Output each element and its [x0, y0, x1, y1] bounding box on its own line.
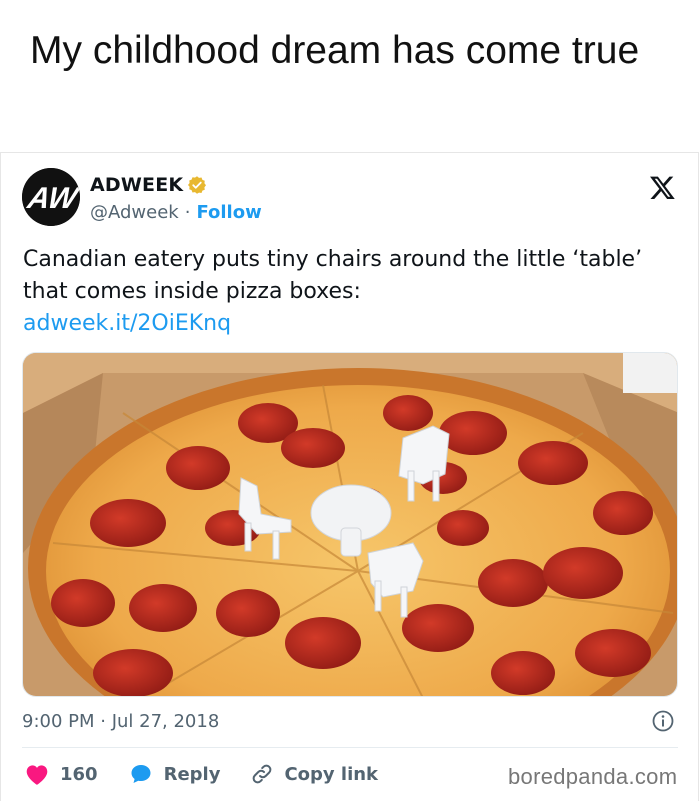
reply-label: Reply — [163, 763, 221, 785]
avatar-logo-text: AW — [24, 182, 80, 215]
author-avatar[interactable]: AW — [22, 168, 80, 226]
handle-separator: · — [184, 201, 191, 223]
tweet-link[interactable]: adweek.it/2OiEKnq — [23, 308, 678, 340]
pizza-photo-illustration — [23, 353, 677, 696]
tweet-timestamp[interactable]: 9:00 PM · Jul 27, 2018 — [22, 708, 219, 734]
link-icon — [253, 764, 272, 784]
author-name[interactable]: ADWEEK — [90, 174, 183, 196]
follow-button[interactable]: Follow — [196, 202, 261, 223]
post-headline: My childhood dream has come true — [30, 29, 640, 72]
tweet-photo[interactable] — [22, 352, 678, 697]
copy-link-label: Copy link — [284, 763, 379, 785]
info-icon[interactable] — [651, 709, 675, 733]
verified-badge-icon — [187, 175, 207, 195]
speech-bubble-icon — [131, 765, 151, 783]
author-handle[interactable]: @Adweek — [90, 202, 179, 223]
tweet-actions: 160 Reply Copy link — [24, 760, 408, 788]
tweet-text: Canadian eatery puts tiny chairs around … — [23, 247, 643, 304]
action-divider — [22, 747, 678, 748]
source-watermark: boredpanda.com — [508, 764, 678, 789]
tweet-body: Canadian eatery puts tiny chairs around … — [23, 244, 678, 340]
x-logo-icon[interactable] — [649, 174, 676, 201]
author-block: ADWEEK @Adweek · Follow — [90, 172, 262, 225]
like-button[interactable]: 160 — [24, 762, 98, 786]
like-count: 160 — [60, 763, 98, 785]
copy-link-button[interactable]: Copy link — [250, 762, 378, 786]
reply-button[interactable]: Reply — [128, 762, 221, 786]
heart-icon — [26, 765, 48, 785]
